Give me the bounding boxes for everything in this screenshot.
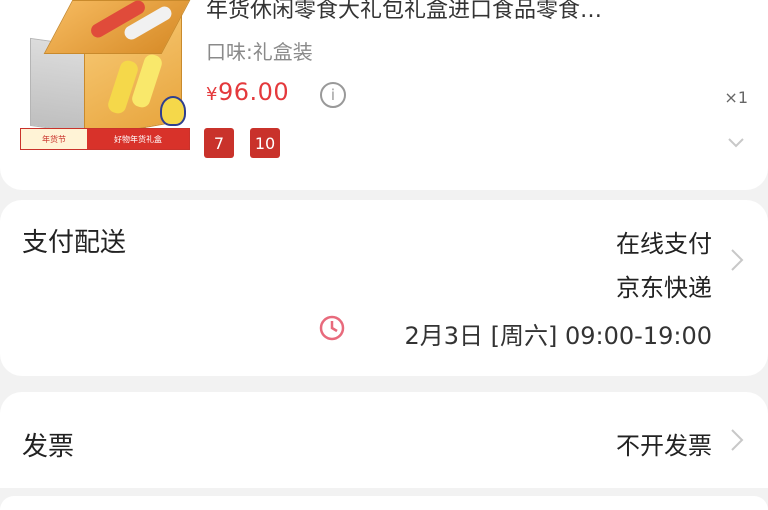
- service-badge[interactable]: 7: [204, 128, 234, 158]
- chevron-right-icon[interactable]: [728, 246, 746, 274]
- quantity-label: ×1: [724, 88, 748, 107]
- product-image[interactable]: 年货节 好物年货礼盒: [18, 0, 191, 152]
- payment-method: 在线支付: [616, 230, 712, 258]
- promo-strip-left: 年货节: [21, 129, 87, 149]
- mascot-figure: [160, 96, 186, 126]
- product-card[interactable]: 年货节 好物年货礼盒 年货休闲零食大礼包礼盒进口食品零食… 口味:礼盒装 ¥96…: [0, 0, 768, 190]
- service-badge[interactable]: 10: [250, 128, 280, 158]
- info-icon[interactable]: i: [320, 82, 346, 108]
- courier-name: 京东快递: [616, 274, 712, 302]
- chevron-down-icon[interactable]: [726, 132, 746, 152]
- invoice-value: 不开发票: [616, 432, 712, 460]
- product-price: ¥96.00: [206, 78, 289, 106]
- invoice-row[interactable]: 发票 不开发票: [0, 392, 768, 488]
- clock-icon: [319, 315, 345, 341]
- invoice-label: 发票: [22, 432, 75, 462]
- product-title[interactable]: 年货休闲零食大礼包礼盒进口食品零食…: [206, 0, 736, 24]
- payment-delivery-row[interactable]: 支付配送 在线支付 京东快递 2月3日 [周六] 09:00-19:00: [0, 200, 768, 376]
- promo-strip-right: 好物年货礼盒: [87, 129, 189, 149]
- product-spec: 口味:礼盒装: [206, 40, 313, 64]
- price-value: 96.00: [217, 78, 290, 106]
- payment-delivery-label: 支付配送: [22, 228, 127, 258]
- promo-strip: 年货节 好物年货礼盒: [20, 128, 190, 150]
- price-currency: ¥: [206, 84, 218, 105]
- chevron-right-icon[interactable]: [728, 426, 746, 454]
- delivery-time: 2月3日 [周六] 09:00-19:00: [404, 322, 712, 350]
- next-card-edge: [0, 496, 768, 510]
